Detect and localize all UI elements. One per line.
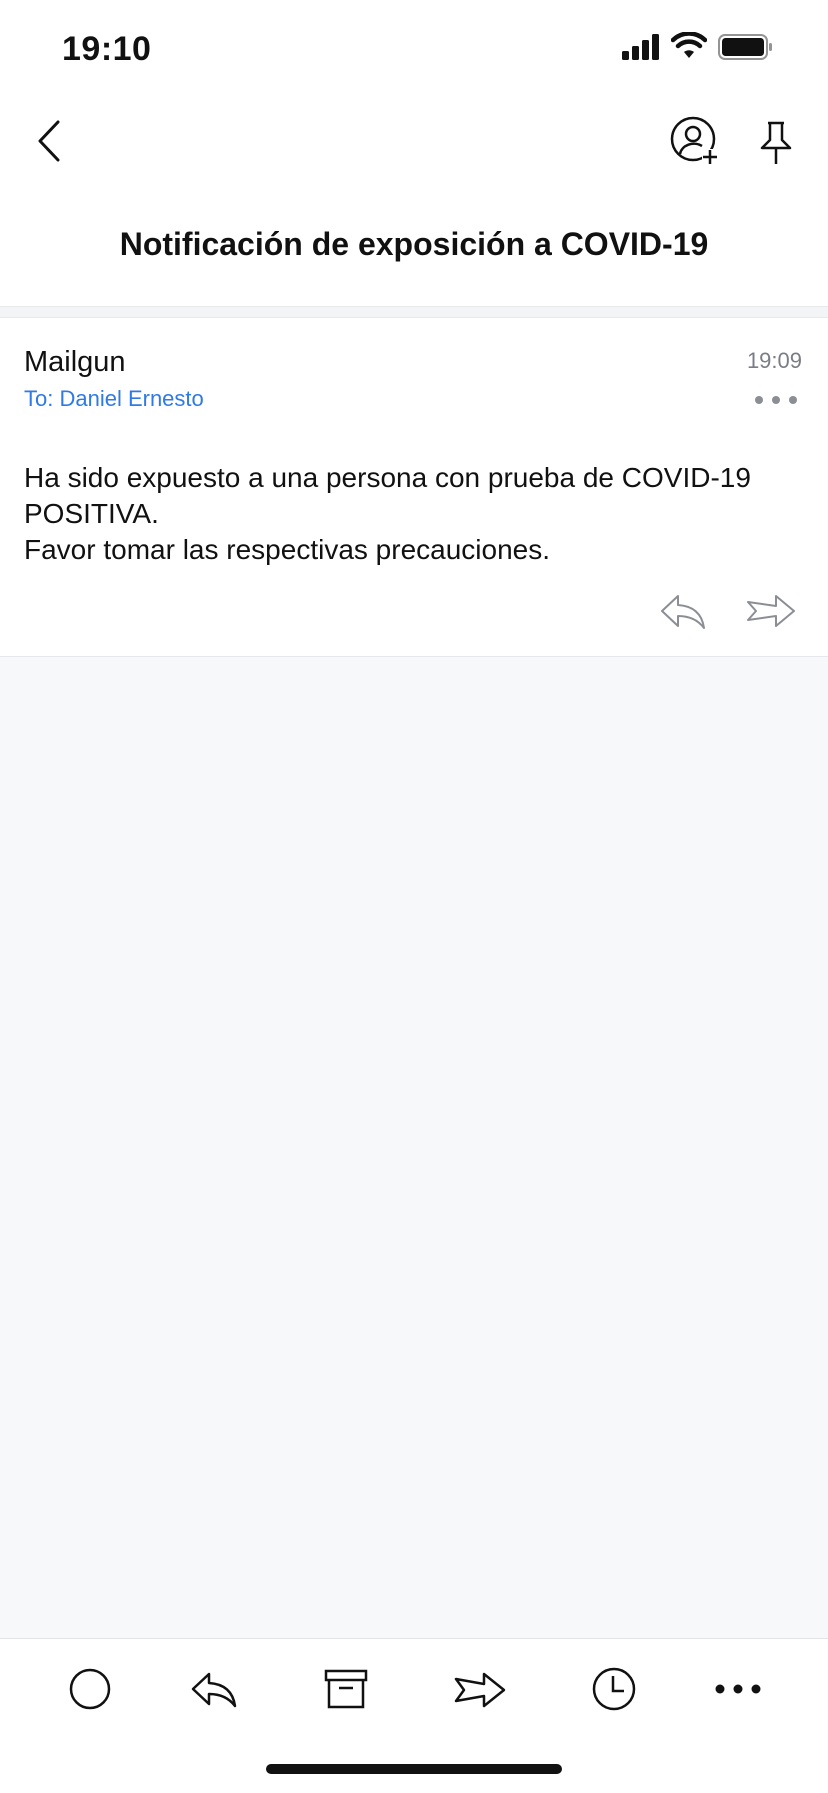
separator (0, 306, 828, 318)
clock-icon (592, 1667, 636, 1711)
back-button[interactable] (32, 118, 72, 164)
home-indicator[interactable] (266, 1764, 562, 1774)
message-forward-button[interactable] (746, 592, 796, 630)
chevron-left-icon (38, 120, 60, 162)
body-line-2: Favor tomar las respectivas precauciones… (24, 534, 550, 565)
recipient-line[interactable]: To: Daniel Ernesto (24, 386, 204, 412)
archive-button[interactable] (322, 1665, 370, 1713)
more-icon (715, 1684, 761, 1694)
status-time: 19:10 (62, 30, 152, 68)
add-contact-icon (670, 116, 718, 165)
signal-icon (622, 34, 659, 60)
more-icon (755, 396, 797, 404)
email-subject: Notificación de exposición a COVID-19 (119, 226, 709, 262)
circle-icon (69, 1668, 111, 1710)
body-line-1: Ha sido expuesto a una persona con prueb… (24, 462, 751, 529)
reply-icon (191, 1672, 237, 1708)
email-message: Mailgun To: Daniel Ernesto 19:09 Ha sido… (0, 318, 828, 657)
top-bar: 19:10 Notificación de exposición a COVID… (0, 0, 828, 306)
forward-icon (454, 1672, 506, 1708)
wifi-icon (671, 32, 707, 58)
forward-icon (747, 595, 795, 627)
mark-unread-button[interactable] (66, 1665, 114, 1713)
add-contact-button[interactable] (670, 116, 720, 166)
reply-button[interactable] (190, 1665, 238, 1713)
forward-button[interactable] (454, 1665, 506, 1713)
snooze-button[interactable] (590, 1665, 638, 1713)
sender-name[interactable]: Mailgun (24, 346, 126, 379)
reply-icon (661, 595, 705, 629)
more-actions-button[interactable] (714, 1665, 762, 1713)
message-time: 19:09 (746, 348, 802, 373)
pin-icon (760, 121, 792, 164)
email-body: Ha sido expuesto a una persona con prueb… (24, 460, 814, 568)
pin-button[interactable] (756, 120, 796, 166)
message-more-button[interactable] (754, 394, 798, 408)
archive-icon (324, 1669, 368, 1709)
message-reply-button[interactable] (660, 592, 706, 630)
battery-icon (718, 34, 772, 60)
